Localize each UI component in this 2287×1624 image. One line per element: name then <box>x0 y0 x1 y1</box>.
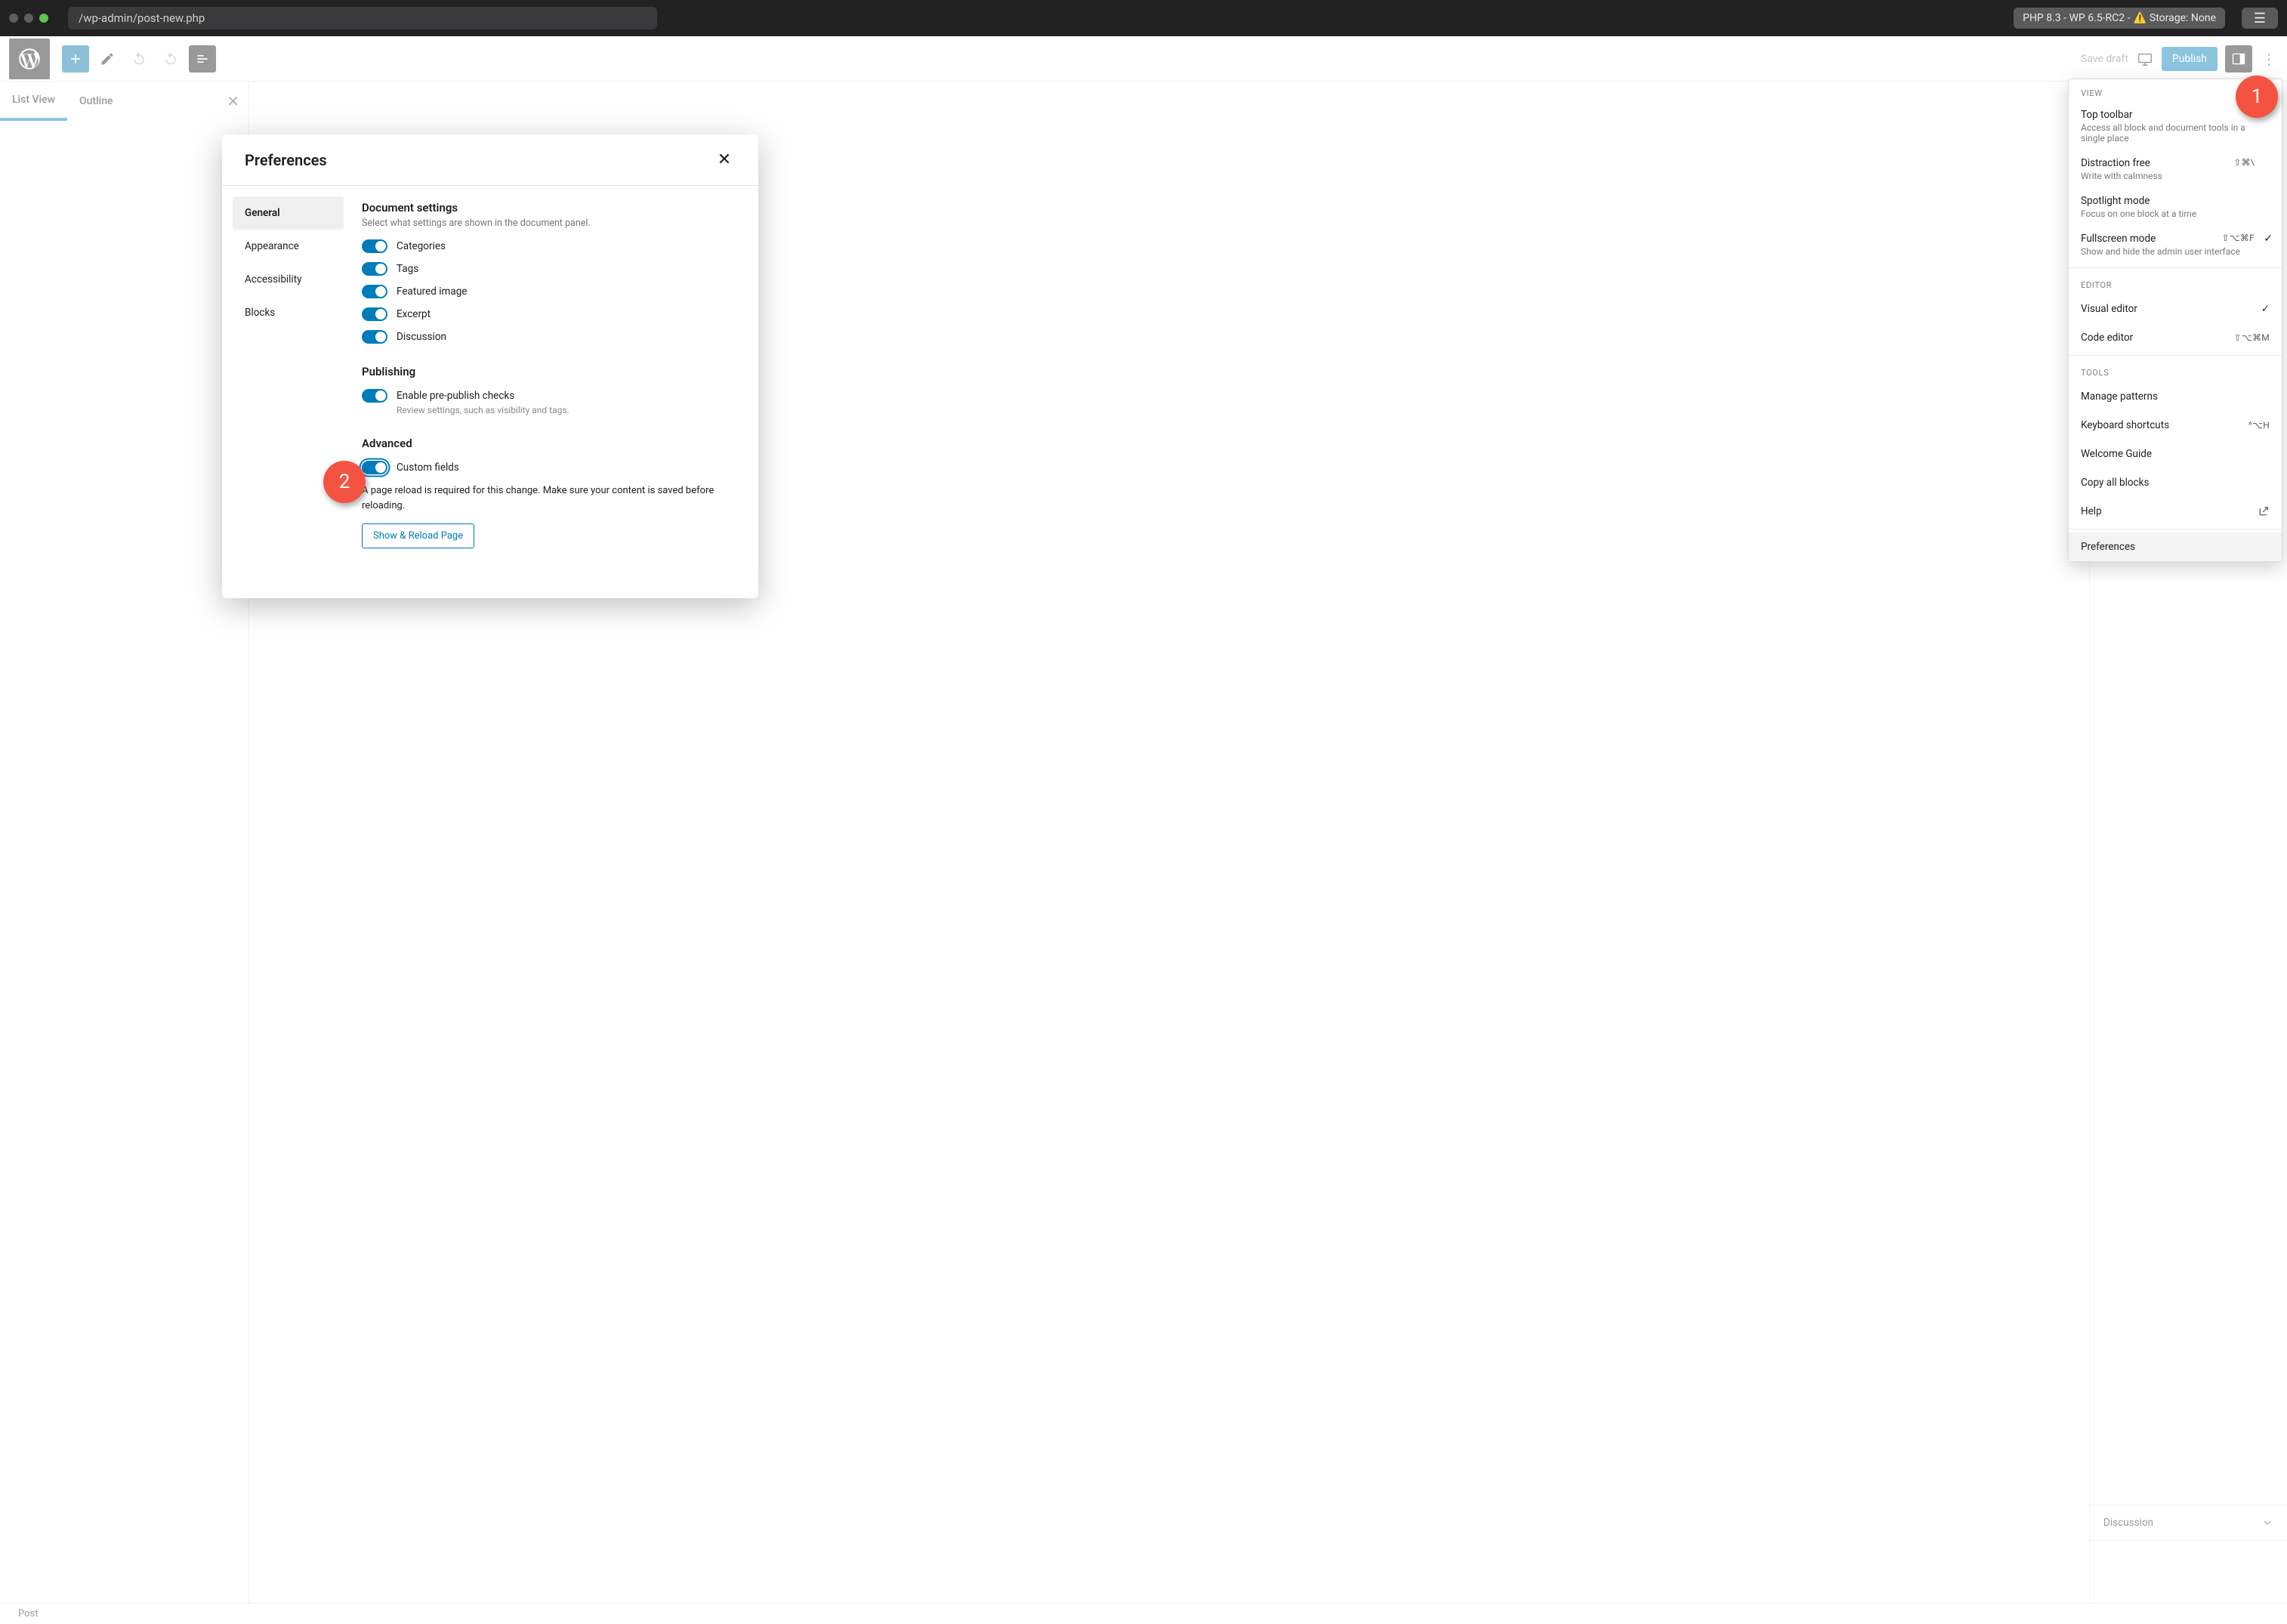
preferences-modal: Preferences ✕ General Appearance Accessi… <box>222 134 758 598</box>
menu-item-preferences[interactable]: Preferences <box>2069 533 2282 561</box>
traffic-lights <box>9 14 48 23</box>
toggle-label-excerpt: Excerpt <box>397 307 431 321</box>
warning-icon <box>2133 12 2146 24</box>
menu-heading-tools: Tools <box>2069 359 2282 382</box>
menu-item-fullscreen[interactable]: Fullscreen mode Show and hide the admin … <box>2069 227 2282 264</box>
menu-item-distraction-free[interactable]: Distraction free Write with calmness ⇧⌘\ <box>2069 151 2282 189</box>
url-text: /wp-admin/post-new.php <box>79 11 205 25</box>
menu-heading-editor: Editor <box>2069 271 2282 295</box>
modal-title: Preferences <box>245 151 327 169</box>
close-icon[interactable]: ✕ <box>713 149 736 171</box>
close-window-dot[interactable] <box>9 14 18 23</box>
check-icon: ✓ <box>2261 303 2270 315</box>
prefs-nav: General Appearance Accessibility Blocks <box>222 186 354 598</box>
url-bar[interactable]: /wp-admin/post-new.php <box>68 7 657 29</box>
section-desc-doc-settings: Select what settings are shown in the do… <box>362 218 736 229</box>
app-root: Save draft Publish ⋮ List View Outline ✕… <box>0 36 2287 1624</box>
prefs-nav-accessibility[interactable]: Accessibility <box>233 263 344 296</box>
window-titlebar: /wp-admin/post-new.php PHP 8.3 - WP 6.5-… <box>0 0 2287 36</box>
menu-item-keyboard-shortcuts[interactable]: Keyboard shortcuts^⌥H <box>2069 411 2282 440</box>
toggle-label-categories: Categories <box>397 239 446 253</box>
external-link-icon <box>2258 505 2270 517</box>
menu-item-manage-patterns[interactable]: Manage patterns <box>2069 382 2282 411</box>
section-heading-publishing: Publishing <box>362 365 736 378</box>
env-badge: PHP 8.3 - WP 6.5-RC2 - Storage: None <box>2014 8 2225 29</box>
annotation-callout-1: 1 <box>2236 76 2278 118</box>
toggle-prepublish[interactable] <box>362 389 387 403</box>
menu-item-copy-all-blocks[interactable]: Copy all blocks <box>2069 468 2282 497</box>
menu-item-welcome-guide[interactable]: Welcome Guide <box>2069 440 2282 468</box>
section-heading-advanced: Advanced <box>362 437 736 450</box>
menu-item-code-editor[interactable]: Code editor ⇧⌥⌘M <box>2069 323 2282 352</box>
zoom-window-dot[interactable] <box>39 14 48 23</box>
toggle-discussion[interactable] <box>362 330 387 344</box>
prefs-nav-general[interactable]: General <box>233 196 344 230</box>
annotation-callout-2: 2 <box>323 461 366 503</box>
toggle-custom-fields[interactable] <box>362 461 387 474</box>
prefs-nav-blocks[interactable]: Blocks <box>233 296 344 329</box>
toggle-featured-image[interactable] <box>362 285 387 298</box>
show-reload-button[interactable]: Show & Reload Page <box>362 523 474 548</box>
prefs-content: Document settings Select what settings a… <box>354 186 758 598</box>
toggle-excerpt[interactable] <box>362 307 387 321</box>
toggle-label-custom-fields: Custom fields <box>397 461 459 474</box>
prefs-nav-appearance[interactable]: Appearance <box>233 230 344 263</box>
minimize-window-dot[interactable] <box>24 14 33 23</box>
menu-item-spotlight[interactable]: Spotlight mode Focus on one block at a t… <box>2069 189 2282 227</box>
toggle-categories[interactable] <box>362 239 387 253</box>
toggle-label-featured-image: Featured image <box>397 285 467 298</box>
check-icon: ✓ <box>2264 233 2273 245</box>
options-menu: View Top toolbar Access all block and do… <box>2068 79 2282 562</box>
toggle-hint-prepublish: Review settings, such as visibility and … <box>397 405 569 415</box>
toggle-label-tags: Tags <box>397 262 418 276</box>
toggle-tags[interactable] <box>362 262 387 276</box>
section-heading-doc-settings: Document settings <box>362 201 736 215</box>
menu-icon[interactable]: ☰ <box>2242 8 2278 29</box>
toggle-label-prepublish: Enable pre-publish checks <box>397 389 569 403</box>
toggle-label-discussion: Discussion <box>397 330 446 344</box>
menu-item-help[interactable]: Help <box>2069 497 2282 526</box>
menu-item-visual-editor[interactable]: Visual editor ✓ <box>2069 295 2282 323</box>
advanced-reload-note: A page reload is required for this chang… <box>362 483 736 513</box>
